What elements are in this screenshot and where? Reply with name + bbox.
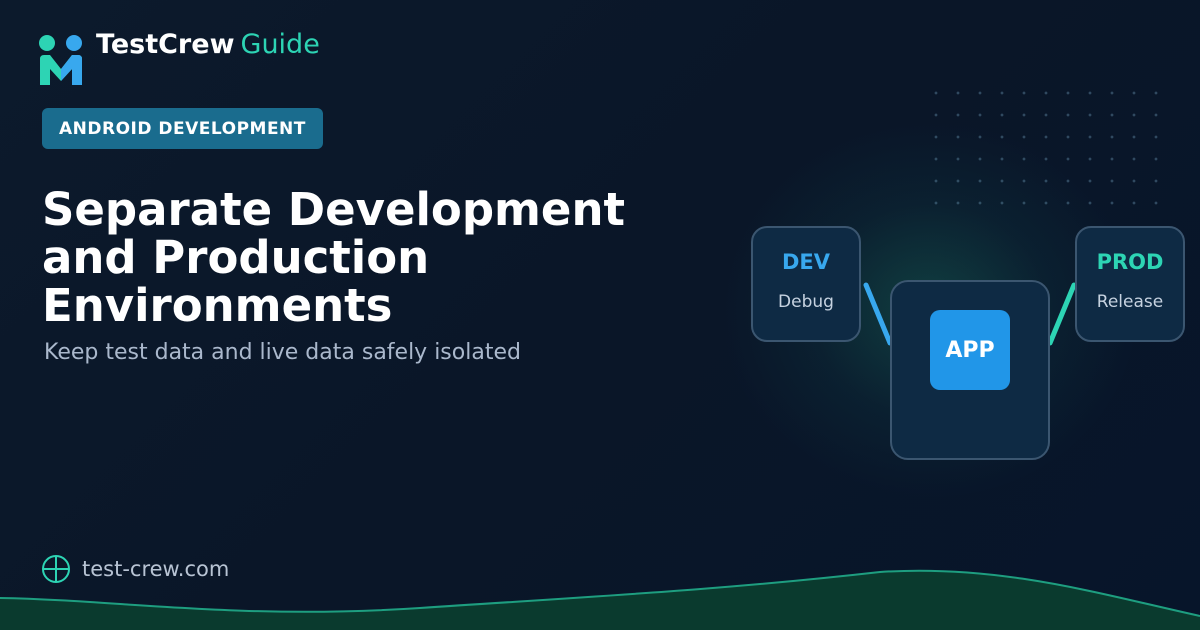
globe-icon: [42, 555, 70, 583]
dev-environment-box: DEV Debug: [751, 226, 861, 342]
page-title: Separate Development and Production Envi…: [42, 186, 702, 330]
environment-diagram: DEV Debug APP PROD Release: [740, 215, 1200, 475]
two-person-m-logo-icon: [39, 35, 82, 85]
dev-connector-line: [863, 282, 893, 346]
title-line: Environments: [42, 279, 393, 332]
brand-wordmark: TestCrew Guide: [96, 28, 320, 62]
phone-device: APP: [890, 280, 1050, 460]
prod-label: PROD: [1096, 250, 1164, 274]
page-subtitle: Keep test data and live data safely isol…: [44, 340, 521, 365]
title-line: Separate Development: [42, 183, 626, 236]
dev-sublabel: Debug: [778, 292, 834, 312]
prod-connector-line: [1047, 282, 1077, 346]
site-link[interactable]: test-crew.com: [82, 557, 229, 581]
category-badge: ANDROID DEVELOPMENT: [42, 108, 323, 149]
app-tile: APP: [930, 310, 1010, 390]
prod-sublabel: Release: [1096, 292, 1164, 312]
footer: test-crew.com: [40, 552, 229, 586]
dev-label: DEV: [781, 250, 831, 274]
prod-environment-box: PROD Release: [1075, 226, 1185, 342]
title-line: and Production: [42, 231, 430, 284]
dot-grid-decoration: [925, 82, 1165, 212]
brand-suffix: Guide: [240, 29, 320, 60]
brand-name: TestCrew: [96, 29, 235, 60]
